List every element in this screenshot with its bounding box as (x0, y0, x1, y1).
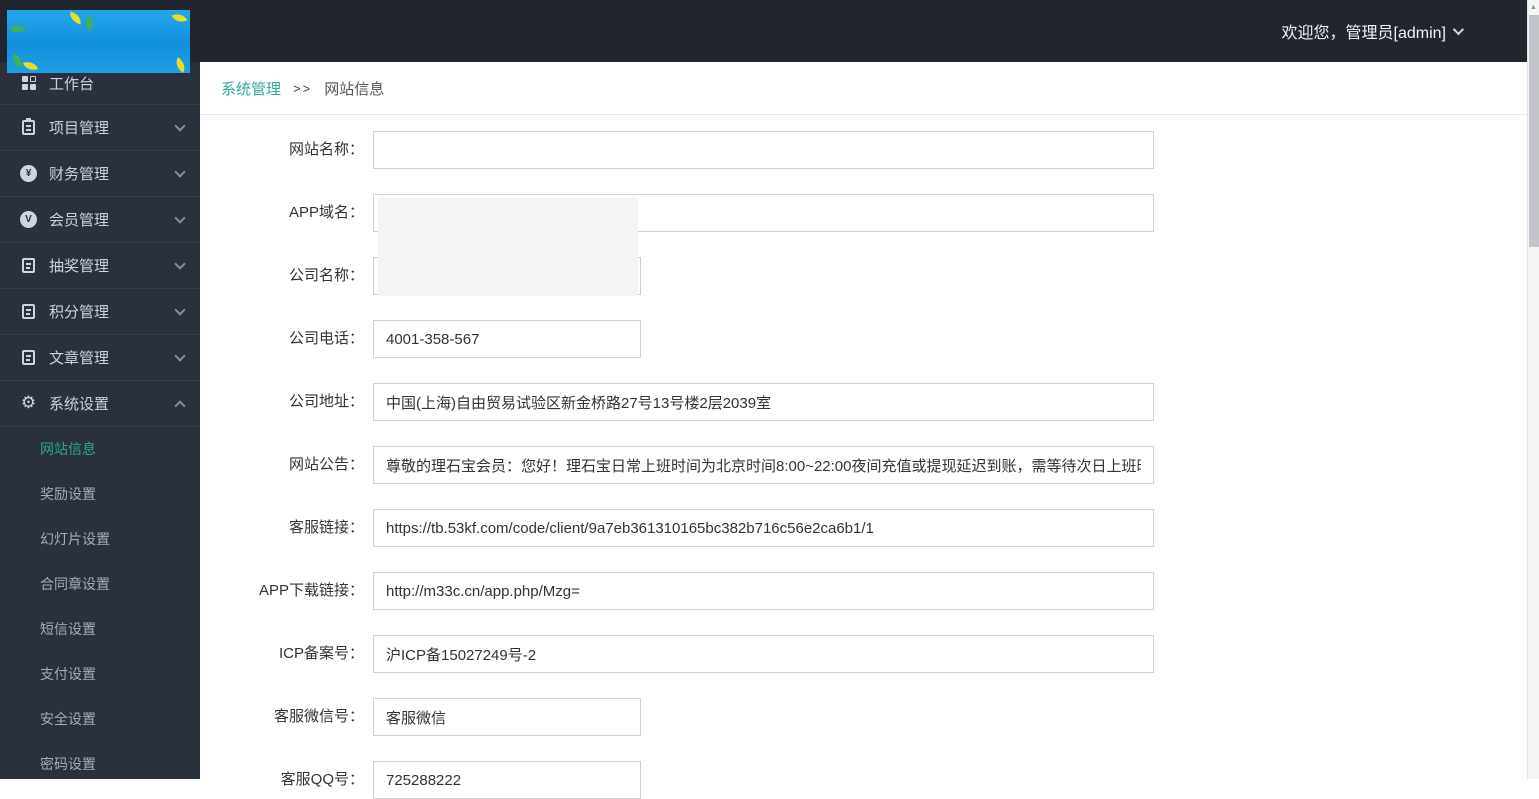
form-row: ICP备案号： (200, 635, 1527, 673)
service-link-input[interactable] (373, 509, 1154, 547)
v-coin-icon: V (20, 211, 37, 228)
submenu-item-sms-settings[interactable]: 短信设置 (0, 607, 200, 652)
leaf-decoration (67, 11, 84, 25)
form-row: APP下载链接： (200, 572, 1527, 610)
sidebar-item-members[interactable]: V 会员管理 (0, 197, 200, 243)
scrollbar-track[interactable]: ▲ (1527, 0, 1539, 779)
sidebar-item-label: 积分管理 (49, 304, 110, 321)
sidebar-item-label: 会员管理 (49, 212, 110, 229)
leaf-decoration (9, 53, 26, 69)
app-download-link-input[interactable] (373, 572, 1154, 610)
scrollbar-up-arrow[interactable]: ▲ (1528, 0, 1539, 14)
sidebar-item-label: 财务管理 (49, 166, 110, 183)
form-row: 客服微信号： (200, 698, 1527, 736)
sidebar-item-label: 抽奖管理 (49, 258, 110, 275)
service-qq-input[interactable] (373, 761, 641, 799)
doc-icon (20, 304, 37, 319)
submenu-item-slideshow-settings[interactable]: 幻灯片设置 (0, 517, 200, 562)
sidebar-item-label: 文章管理 (49, 350, 110, 367)
breadcrumb-current: 网站信息 (324, 80, 385, 98)
service-wechat-label: 客服微信号： (273, 708, 364, 725)
submenu-item-security-settings[interactable]: 安全设置 (0, 697, 200, 742)
chevron-down-icon (174, 211, 186, 224)
company-address-label: 公司地址： (288, 393, 364, 410)
welcome-text: 欢迎您，管理员[admin] (1281, 25, 1446, 42)
company-name-label: 公司名称： (288, 267, 364, 284)
system-settings-submenu: 网站信息 奖励设置 幻灯片设置 合同章设置 短信设置 支付设置 安全设置 密码设… (0, 427, 200, 787)
app-download-link-label: APP下载链接： (258, 582, 364, 599)
form-row: 网站名称： (200, 131, 1527, 169)
site-notice-label: 网站公告： (288, 456, 364, 473)
leaf-decoration (172, 57, 189, 73)
submenu-item-password-settings[interactable]: 密码设置 (0, 742, 200, 787)
yen-coin-icon: ¥ (20, 165, 37, 182)
redaction-overlay (378, 198, 638, 296)
leaf-decoration (171, 11, 188, 25)
sidebar-item-system-settings[interactable]: ⚙ 系统设置 (0, 381, 200, 427)
sidebar-item-label: 项目管理 (49, 120, 110, 137)
service-qq-label: 客服QQ号： (280, 771, 364, 788)
app-domain-label: APP域名： (288, 204, 364, 221)
leaf-decoration (81, 14, 98, 32)
service-link-label: 客服链接： (288, 519, 364, 536)
chevron-down-icon (174, 349, 186, 362)
submenu-item-contract-seal-settings[interactable]: 合同章设置 (0, 562, 200, 607)
form-row: 公司电话： (200, 320, 1527, 358)
logo[interactable] (7, 10, 190, 73)
doc-icon (20, 258, 37, 273)
icp-number-label: ICP备案号： (278, 645, 364, 662)
leaf-decoration (9, 21, 26, 37)
form-row: 公司地址： (200, 383, 1527, 421)
sidebar-item-articles[interactable]: 文章管理 (0, 335, 200, 381)
form-row: 网站公告： (200, 446, 1527, 484)
chevron-up-icon (174, 399, 186, 412)
company-address-input[interactable] (373, 383, 1154, 421)
leaf-decoration (22, 59, 39, 73)
form-row: 客服QQ号： (200, 761, 1527, 799)
sidebar-item-finance[interactable]: ¥ 财务管理 (0, 151, 200, 197)
sidebar-item-label: 系统设置 (49, 396, 110, 413)
sidebar-item-points[interactable]: 积分管理 (0, 289, 200, 335)
clipboard-icon (20, 118, 37, 135)
site-name-label: 网站名称： (288, 141, 364, 158)
website-info-form: 网站名称： APP域名： 公司名称： 公司电话： 公司地址： 网站公告： 客服链… (200, 115, 1527, 799)
chevron-down-icon (1452, 23, 1465, 36)
service-wechat-input[interactable] (373, 698, 641, 736)
icp-number-input[interactable] (373, 635, 1154, 673)
site-notice-input[interactable] (373, 446, 1154, 484)
breadcrumb-section-link[interactable]: 系统管理 (221, 78, 281, 99)
scrollbar-thumb[interactable] (1529, 15, 1539, 247)
chevron-down-icon (174, 257, 186, 270)
company-phone-label: 公司电话： (288, 330, 364, 347)
sidebar-item-lottery[interactable]: 抽奖管理 (0, 243, 200, 289)
topbar: 欢迎您，管理员[admin] (0, 0, 1527, 62)
sidebar-item-projects[interactable]: 项目管理 (0, 105, 200, 151)
submenu-item-reward-settings[interactable]: 奖励设置 (0, 472, 200, 517)
doc-icon (20, 350, 37, 365)
chevron-down-icon (174, 165, 186, 178)
company-phone-input[interactable] (373, 320, 641, 358)
site-name-input[interactable] (373, 131, 1154, 169)
submenu-item-website-info[interactable]: 网站信息 (0, 427, 200, 472)
sidebar-item-label: 工作台 (49, 75, 95, 93)
main-content: 系统管理 >> 网站信息 网站名称： APP域名： 公司名称： 公司电话： 公司… (200, 62, 1527, 799)
chevron-down-icon (174, 119, 186, 132)
submenu-item-payment-settings[interactable]: 支付设置 (0, 652, 200, 697)
user-menu[interactable]: 欢迎您，管理员[admin] (1281, 0, 1465, 62)
form-row: 客服链接： (200, 509, 1527, 547)
breadcrumb: 系统管理 >> 网站信息 (200, 62, 1527, 115)
gear-icon: ⚙ (20, 393, 37, 413)
sidebar: 工作台 项目管理 ¥ 财务管理 V 会员管理 抽奖管理 积分管理 文章管理 ⚙ … (0, 62, 200, 779)
breadcrumb-separator: >> (293, 80, 313, 96)
chevron-down-icon (174, 303, 186, 316)
grid-icon (20, 76, 37, 90)
